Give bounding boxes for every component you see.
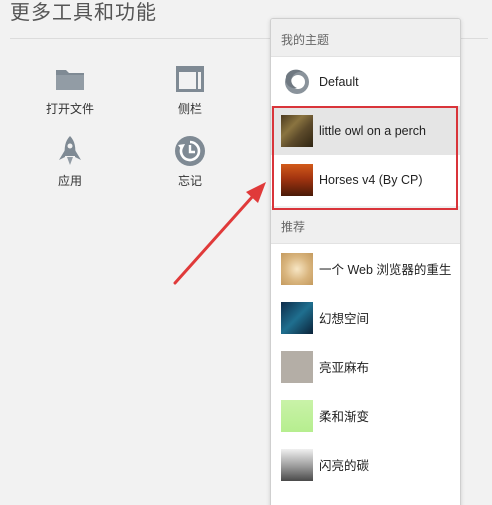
annotation-arrow [173, 182, 266, 285]
